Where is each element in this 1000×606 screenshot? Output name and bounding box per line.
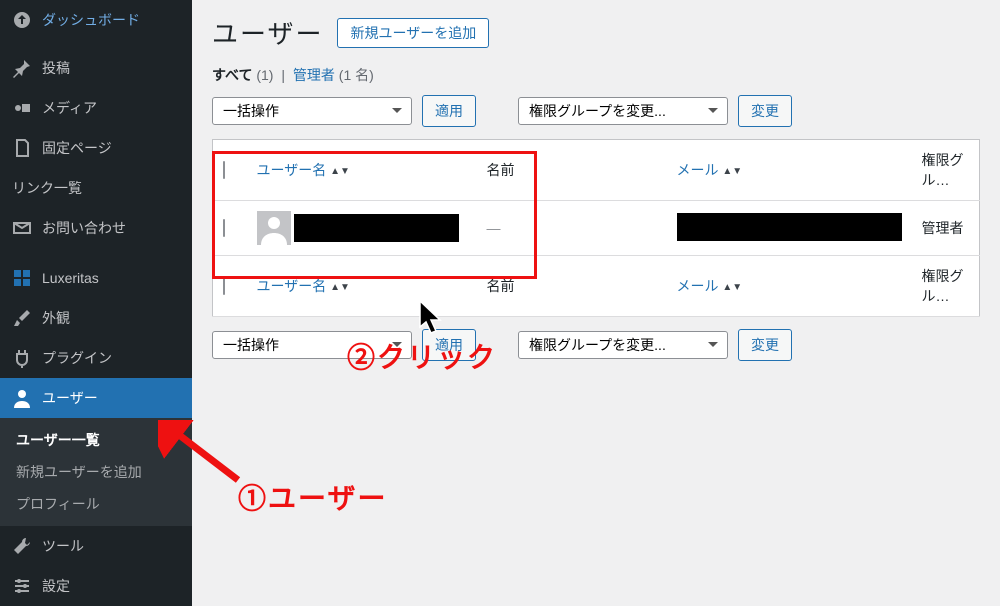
select-all-checkbox-top[interactable] [223,161,225,179]
wrench-icon [12,536,32,556]
mail-icon [12,218,32,238]
sort-icon: ▲▼ [722,166,742,177]
role-change-select-top[interactable]: 権限グループを変更... [518,97,728,125]
submenu-item-add-user[interactable]: 新規ユーザーを追加 [0,456,192,488]
submenu-item-profile[interactable]: プロフィール [0,488,192,520]
main-content: ユーザー 新規ユーザーを追加 すべて (1) | 管理者 (1 名) 一括操作 … [192,0,1000,606]
email-redacted [677,213,902,241]
sidebar-item-label: プラグイン [42,348,112,368]
sidebar-item-label: リンク一覧 [12,178,82,198]
sort-icon: ▲▼ [722,282,742,293]
filter-admin[interactable]: 管理者 [293,67,335,83]
sidebar-item-appearance[interactable]: 外観 [0,298,192,338]
role-change-button-top[interactable]: 変更 [738,95,792,127]
col-role[interactable]: 権限グル… [922,268,964,304]
sidebar-item-links[interactable]: リンク一覧 [0,168,192,208]
sort-icon: ▲▼ [330,166,350,177]
bulk-action-select-top[interactable]: 一括操作 [212,97,412,125]
filter-admin-count: (1 名) [339,67,374,83]
table-row: — 管理者 [213,201,980,256]
avatar [257,211,291,245]
col-email[interactable]: メール [677,278,719,294]
sidebar-item-label: 設定 [42,576,70,596]
sidebar-item-posts[interactable]: 投稿 [0,48,192,88]
page-title: ユーザー [212,14,323,51]
row-checkbox[interactable] [223,219,225,237]
sort-icon: ▲▼ [330,282,350,293]
col-email[interactable]: メール [677,162,719,178]
sidebar-item-label: 投稿 [42,58,70,78]
admin-sidebar: ダッシュボード 投稿 メディア 固定ページ リンク一覧 お問い合わせ Luxer… [0,0,192,606]
sidebar-item-users[interactable]: ユーザー [0,378,192,418]
sidebar-item-label: 外観 [42,308,70,328]
pin-icon [12,58,32,78]
bulk-apply-button-bottom[interactable]: 適用 [422,329,476,361]
sidebar-item-label: ユーザー [42,388,98,408]
username-redacted[interactable] [294,214,459,242]
sidebar-item-label: Luxeritas [42,270,99,286]
sidebar-item-dashboard[interactable]: ダッシュボード [0,0,192,40]
col-name[interactable]: 名前 [487,162,515,178]
sidebar-item-label: メディア [42,98,97,118]
select-all-checkbox-bottom[interactable] [223,277,225,295]
media-icon [12,98,32,118]
plugin-icon [12,348,32,368]
sidebar-item-label: ダッシュボード [42,10,140,30]
bulk-apply-button-top[interactable]: 適用 [422,95,476,127]
sidebar-item-label: 固定ページ [42,138,112,158]
row-role: 管理者 [922,220,964,236]
page-icon [12,138,32,158]
add-new-user-button[interactable]: 新規ユーザーを追加 [337,18,489,48]
col-username[interactable]: ユーザー名 [257,162,327,178]
submenu-item-users-list[interactable]: ユーザー一覧 [0,424,192,456]
sidebar-item-settings[interactable]: 設定 [0,566,192,606]
bulk-action-select-bottom[interactable]: 一括操作 [212,331,412,359]
col-role[interactable]: 権限グル… [922,152,964,188]
row-name: — [487,220,501,236]
role-change-select-bottom[interactable]: 権限グループを変更... [518,331,728,359]
sidebar-item-label: ツール [42,536,84,556]
sidebar-item-pages[interactable]: 固定ページ [0,128,192,168]
sidebar-item-luxeritas[interactable]: Luxeritas [0,258,192,298]
dashboard-icon [12,10,32,30]
sidebar-item-tools[interactable]: ツール [0,526,192,566]
sliders-icon [12,576,32,596]
brush-icon [12,308,32,328]
sidebar-item-label: お問い合わせ [42,218,126,238]
user-filter-links: すべて (1) | 管理者 (1 名) [212,65,980,85]
sidebar-item-contact[interactable]: お問い合わせ [0,208,192,248]
filter-all[interactable]: すべて [212,67,252,83]
col-username[interactable]: ユーザー名 [257,278,327,294]
sidebar-submenu-users: ユーザー一覧 新規ユーザーを追加 プロフィール [0,418,192,526]
col-name[interactable]: 名前 [487,278,515,294]
sidebar-item-plugins[interactable]: プラグイン [0,338,192,378]
sidebar-item-users-highlight: ユーザー [0,378,192,418]
filter-all-count: (1) [256,67,273,83]
user-icon [12,388,32,408]
luxeritas-icon [12,268,32,288]
sidebar-item-media[interactable]: メディア [0,88,192,128]
users-table: ユーザー名 ▲▼ 名前 メール ▲▼ 権限グル… — 管理者 [212,139,980,317]
role-change-button-bottom[interactable]: 変更 [738,329,792,361]
